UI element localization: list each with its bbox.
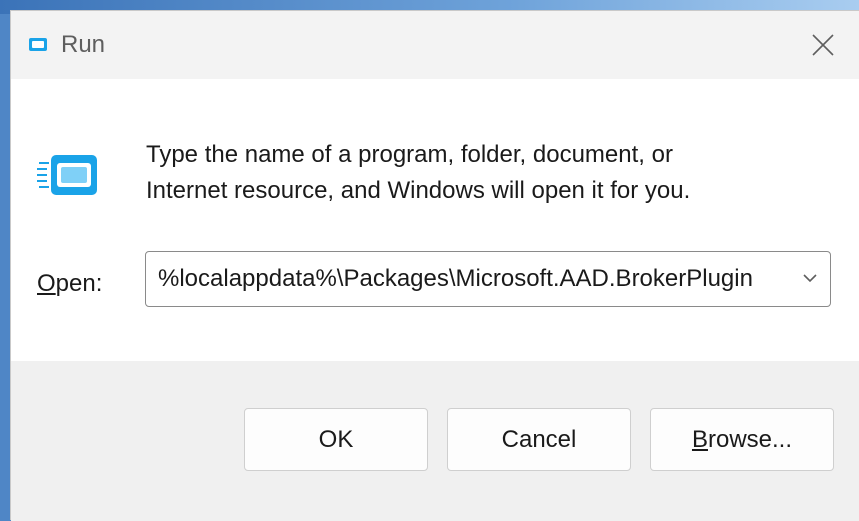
open-label-text: pen:	[55, 270, 103, 297]
dialog-body: Type the name of a program, folder, docu…	[11, 79, 859, 371]
close-button[interactable]	[807, 29, 839, 61]
browse-accelerator: B	[691, 426, 708, 453]
window-title: Run	[61, 31, 106, 58]
dropdown-button[interactable]	[798, 266, 822, 290]
run-program-icon	[37, 149, 101, 201]
instruction-line-2: Internet resource, and Windows will open…	[146, 177, 691, 204]
open-input[interactable]	[158, 252, 784, 306]
browse-label: rowse...	[707, 426, 793, 453]
instruction-line-1: Type the name of a program, folder, docu…	[146, 141, 673, 168]
button-bar: OK Cancel Browse...	[11, 361, 859, 521]
open-label-accelerator: O	[37, 270, 56, 297]
cancel-button[interactable]: Cancel	[447, 408, 631, 471]
close-icon	[812, 34, 834, 56]
instruction-text: Type the name of a program, folder, docu…	[146, 137, 826, 209]
run-icon	[28, 36, 48, 53]
open-label: Open:	[37, 269, 102, 299]
open-combobox[interactable]	[145, 251, 831, 307]
ok-button[interactable]: OK	[244, 408, 428, 471]
title-bar[interactable]: Run	[11, 11, 859, 79]
browse-button[interactable]: Browse...	[650, 408, 834, 471]
chevron-down-icon	[803, 274, 817, 283]
run-dialog: Run Type the name of a program, folder, …	[10, 10, 859, 521]
